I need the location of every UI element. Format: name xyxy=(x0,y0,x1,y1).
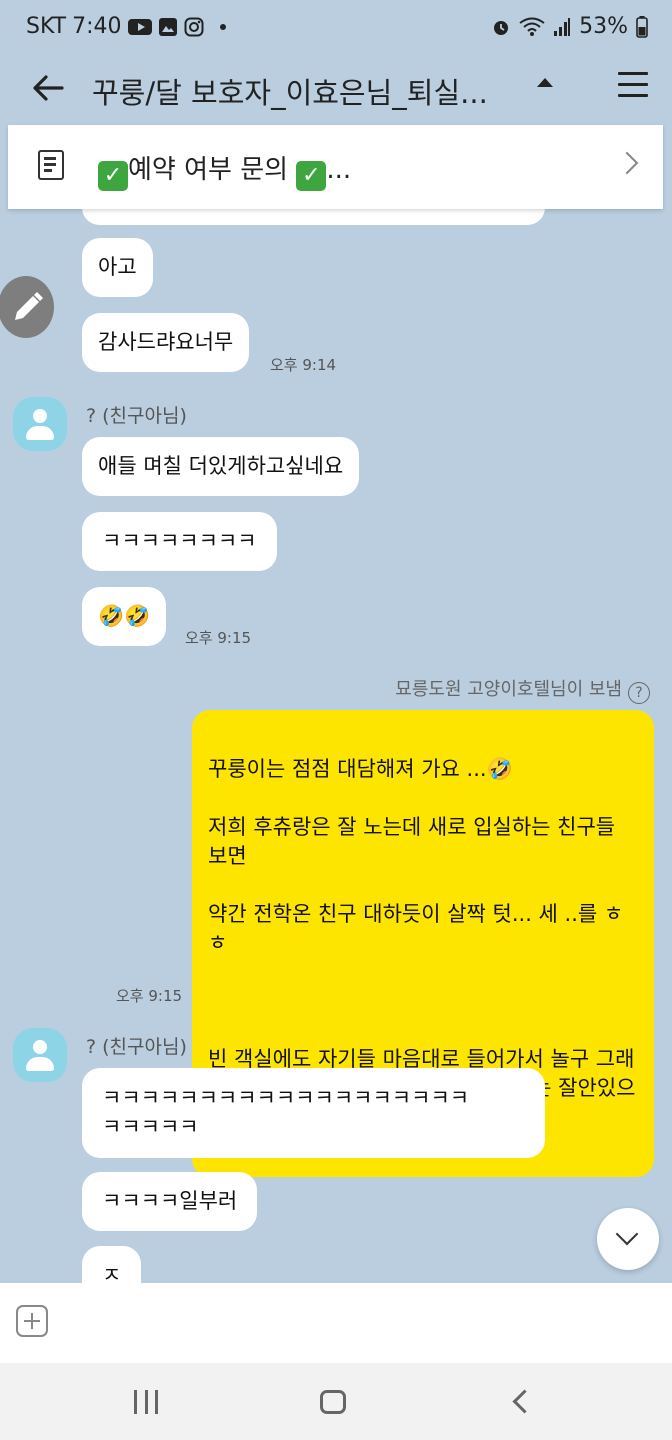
sender-name: ? (친구아님) xyxy=(86,1036,187,1058)
pencil-icon xyxy=(15,292,43,320)
message-input[interactable] xyxy=(70,1293,650,1353)
notification-dot-icon xyxy=(219,23,226,30)
sent-by-label: 묘릉도원 고양이호텔님이 보냄? xyxy=(395,675,650,704)
carrier: SKT xyxy=(26,14,67,39)
input-bar xyxy=(0,1283,672,1363)
battery-percent: 53% xyxy=(579,14,628,39)
status-bar: SKT 7:40 53% xyxy=(0,0,672,56)
chevron-right-icon xyxy=(615,151,639,175)
message-line: 약간 전학온 친구 대하듯이 살짝 텃... 세 ..를 ㅎㅎ xyxy=(208,902,624,955)
chat-header: 꾸룽/달 보호자_이효은님_퇴실... xyxy=(0,56,672,122)
message-time: 오후 9:15 xyxy=(185,629,252,647)
scroll-down-button[interactable] xyxy=(597,1208,659,1270)
nav-back-icon[interactable] xyxy=(512,1389,537,1414)
message-bubble: 감사드랴요너무 xyxy=(82,313,250,372)
notice-label: 예약 여부 문의 xyxy=(128,155,289,185)
notice-icon xyxy=(38,150,64,180)
message-time: 오후 9:14 xyxy=(270,356,337,374)
battery-icon xyxy=(636,15,648,38)
plus-icon[interactable] xyxy=(16,1305,48,1337)
signal-icon xyxy=(554,17,571,36)
recent-apps-icon[interactable] xyxy=(134,1390,158,1414)
message-bubble: ㅋㅋㅋㅋ일부러 xyxy=(82,1172,258,1231)
status-left: SKT 7:40 xyxy=(26,14,226,39)
menu-icon[interactable] xyxy=(618,72,648,100)
message-bubble: ㅋㅋㅋㅋㅋㅋㅋㅋ xyxy=(82,512,277,571)
avatar[interactable] xyxy=(13,1028,67,1082)
check-mark-icon: ✓ xyxy=(98,161,128,191)
message-line xyxy=(208,987,638,1016)
notice-banner[interactable]: ✓ 예약 여부 문의 ✓... xyxy=(8,125,663,209)
sent-by-text: 묘릉도원 고양이호텔님이 보냄 xyxy=(395,679,622,700)
message-bubble: ㅋㅋㅋㅋㅋㅋㅋㅋㅋㅋㅋㅋㅋㅋㅋㅋㅋㅋㅋ ㅋㅋㅋㅋㅋ xyxy=(82,1068,545,1158)
sender-name: ? (친구아님) xyxy=(86,405,187,427)
alarm-icon xyxy=(494,20,509,35)
message-bubble: 아고 xyxy=(82,238,153,297)
back-arrow-icon[interactable] xyxy=(28,68,68,108)
check-mark-icon: ✓ xyxy=(296,161,327,191)
wifi-icon xyxy=(519,17,545,36)
status-right: 53% xyxy=(491,14,648,39)
message-bubble: 애들 며칠 더있게하고싶네요 xyxy=(82,437,360,496)
message-time: 오후 9:15 xyxy=(116,987,183,1005)
home-icon[interactable] xyxy=(320,1390,346,1414)
message-bubble: 🤣🤣 xyxy=(82,587,167,646)
chat-title[interactable]: 꾸룽/달 보호자_이효은님_퇴실... xyxy=(92,70,488,112)
notice-ellipsis: ... xyxy=(326,155,352,185)
help-icon[interactable]: ? xyxy=(628,682,650,704)
gallery-icon xyxy=(158,17,177,36)
title-caret-icon[interactable] xyxy=(537,78,553,87)
instagram-icon xyxy=(184,17,204,36)
youtube-icon xyxy=(127,18,152,35)
message-line: 꾸룽이는 점점 대담해져 가요 ...🤣 xyxy=(208,757,513,781)
message-line: 저희 후츄랑은 잘 노는데 새로 입실하는 친구들 보면 xyxy=(208,815,616,868)
notice-text: ✓ 예약 여부 문의 ✓... xyxy=(98,149,351,191)
edit-button[interactable] xyxy=(0,276,54,338)
clock: 7:40 xyxy=(72,14,122,39)
avatar[interactable] xyxy=(13,397,67,451)
navigation-bar xyxy=(0,1363,672,1440)
